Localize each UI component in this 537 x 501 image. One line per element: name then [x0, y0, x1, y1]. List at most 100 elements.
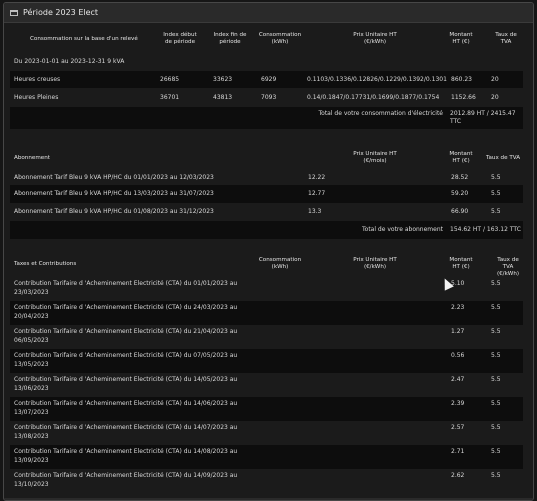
row-consumption: 7093 [261, 94, 277, 101]
row-unit-price: 12.77 [308, 190, 326, 197]
row-unit-price: 13.3 [308, 208, 322, 215]
table-row: Contribution Tarifaire d 'Acheminement E… [10, 373, 523, 397]
row-amount: 1.27 [451, 328, 465, 335]
row-amount: 2.62 [451, 472, 465, 479]
col-consumption-kwh: Consommation (kWh) [258, 32, 302, 45]
col-unit-price-month: Prix Unitaire HT (€/mois) [353, 151, 397, 164]
table-row: Heures Pleines 36701 43813 7093 0.14/0.1… [10, 89, 523, 106]
row-label-line1: Contribution Tarifaire d 'Acheminement E… [14, 448, 238, 455]
row-consumption: 6929 [261, 76, 277, 83]
col-subscription-label: Abonnement [14, 155, 50, 161]
row-label-line1: Contribution Tarifaire d 'Acheminement E… [14, 352, 238, 359]
table-row: Abonnement Tarif Bleu 9 kVA HP/HC du 13/… [10, 185, 523, 203]
row-vat: 5.5 [491, 448, 501, 455]
row-vat: 5.5 [491, 376, 501, 383]
table-row: Contribution Tarifaire d 'Acheminement E… [10, 469, 523, 493]
row-unit-price: 12.22 [308, 174, 326, 181]
row-amount: 66.90 [451, 208, 469, 215]
invoice-window: Période 2023 Elect Consommation sur la b… [3, 2, 534, 501]
row-vat: 5.5 [491, 472, 501, 479]
row-vat: 5.5 [491, 174, 501, 181]
subscription-total-row: Total de votre abonnement 154.62 HT / 16… [10, 221, 523, 239]
window-title: Période 2023 Elect [23, 8, 99, 17]
row-unit-price: 0.14/0.1847/0.17731/0.1699/0.1877/0.1754 [307, 94, 440, 101]
row-label: Abonnement Tarif Bleu 9 kVA HP/HC du 13/… [14, 190, 214, 197]
table-row: Abonnement Tarif Bleu 9 kVA HP/HC du 01/… [10, 171, 523, 185]
row-amount: 2.47 [451, 376, 465, 383]
row-vat: 20 [491, 76, 499, 83]
table-row: Heures creuses 26685 33623 6929 0.1103/0… [10, 71, 523, 88]
row-amount: 2.39 [451, 400, 465, 407]
table-row: Contribution Tarifaire d 'Acheminement E… [10, 325, 523, 349]
row-vat: 5.5 [491, 328, 501, 335]
row-label-line2: 13/07/2023 [14, 409, 49, 416]
row-amount: 2.23 [451, 304, 465, 311]
subscription-header: Abonnement Prix Unitaire HT (€/mois) Mon… [10, 147, 523, 167]
row-vat: 5.5 [491, 424, 501, 431]
table-row: Contribution Tarifaire d 'Acheminement E… [10, 349, 523, 373]
row-vat: 20 [491, 94, 499, 101]
row-index-end: 43813 [213, 94, 233, 101]
row-label: Heures Pleines [14, 94, 59, 101]
row-label-line1: Contribution Tarifaire d 'Acheminement E… [14, 280, 238, 287]
row-vat: 5.5 [491, 208, 501, 215]
row-label-line2: 13/10/2023 [14, 481, 49, 488]
consumption-header: Consommation sur la base d'un relevé Ind… [10, 32, 523, 52]
row-label: Abonnement Tarif Bleu 9 kVA HP/HC du 01/… [14, 174, 214, 181]
window-icon [10, 9, 18, 16]
col-amount: Montant HT (€) [449, 257, 473, 270]
consumption-period: Du 2023-01-01 au 2023-12-31 9 kVA [14, 58, 125, 65]
row-index-end: 33623 [213, 76, 233, 83]
row-index-start: 36701 [160, 94, 180, 101]
col-vat: Taux de TVA (€/kWh) [496, 257, 520, 277]
row-amount: 2.71 [451, 448, 465, 455]
table-row: Contribution Tarifaire d 'Acheminement E… [10, 397, 523, 421]
subscription-total-label: Total de votre abonnement [362, 226, 443, 233]
row-label-line2: 13/08/2023 [14, 433, 49, 440]
row-unit-price: 0.1103/0.1336/0.12826/0.1229/0.1392/0.13… [307, 76, 447, 83]
row-vat: 5.5 [491, 190, 501, 197]
row-label-line1: Contribution Tarifaire d 'Acheminement E… [14, 400, 238, 407]
col-unit-price: Prix Unitaire HT (€/kWh) [353, 32, 397, 45]
col-taxes-label: Taxes et Contributions [14, 261, 77, 267]
row-amount: 2.57 [451, 424, 465, 431]
col-consumption-kwh: Consommation (kWh) [258, 257, 302, 270]
row-label-line2: 13/05/2023 [14, 361, 49, 368]
row-label-line1: Contribution Tarifaire d 'Acheminement E… [14, 472, 238, 479]
row-label-line1: Contribution Tarifaire d 'Acheminement E… [14, 304, 238, 311]
table-row: Contribution Tarifaire d 'Acheminement E… [10, 445, 523, 469]
row-label-line2: 06/05/2023 [14, 337, 49, 344]
consumption-total-value: 2012.89 HT / 2415.47 TTC [450, 110, 516, 125]
consumption-period-row: Du 2023-01-01 au 2023-12-31 9 kVA [10, 56, 523, 68]
row-label-line1: Contribution Tarifaire d 'Acheminement E… [14, 376, 238, 383]
row-amount: 59.20 [451, 190, 469, 197]
row-vat: 5.5 [491, 400, 501, 407]
row-amount: 0.56 [451, 352, 465, 359]
table-row: Contribution Tarifaire d 'Acheminement E… [10, 301, 523, 325]
row-vat: 5.5 [491, 304, 501, 311]
col-index-end: Index fin de période [213, 32, 247, 45]
row-label-line1: Contribution Tarifaire d 'Acheminement E… [14, 424, 238, 431]
row-amount: 28.52 [451, 174, 469, 181]
col-vat: Taux de TVA [486, 155, 521, 161]
col-index-start: Index début de période [163, 32, 197, 45]
row-label: Heures creuses [14, 76, 61, 83]
consumption-total-row: Total de votre consommation d'électricit… [10, 107, 523, 129]
row-label-line1: Contribution Tarifaire d 'Acheminement E… [14, 328, 238, 335]
row-label: Abonnement Tarif Bleu 9 kVA HP/HC du 01/… [14, 208, 214, 215]
row-amount: 860.23 [451, 76, 472, 83]
col-amount: Montant HT (€) [449, 32, 473, 45]
row-label-line2: 13/06/2023 [14, 385, 49, 392]
window-titlebar[interactable]: Période 2023 Elect [4, 3, 533, 23]
col-consumption-label: Consommation sur la base d'un relevé [30, 36, 138, 42]
subscription-total-value: 154.62 HT / 163.12 TTC [450, 226, 521, 233]
row-amount: 1152.66 [451, 94, 476, 101]
col-unit-price: Prix Unitaire HT (€/kWh) [353, 257, 397, 270]
row-label-line2: 20/04/2023 [14, 313, 49, 320]
col-amount: Montant HT (€) [449, 151, 473, 164]
row-vat: 5.5 [491, 352, 501, 359]
row-label-line2: 13/09/2023 [14, 457, 49, 464]
consumption-total-label: Total de votre consommation d'électricit… [318, 110, 443, 117]
table-row: Contribution Tarifaire d 'Acheminement E… [10, 421, 523, 445]
row-index-start: 26685 [160, 76, 180, 83]
